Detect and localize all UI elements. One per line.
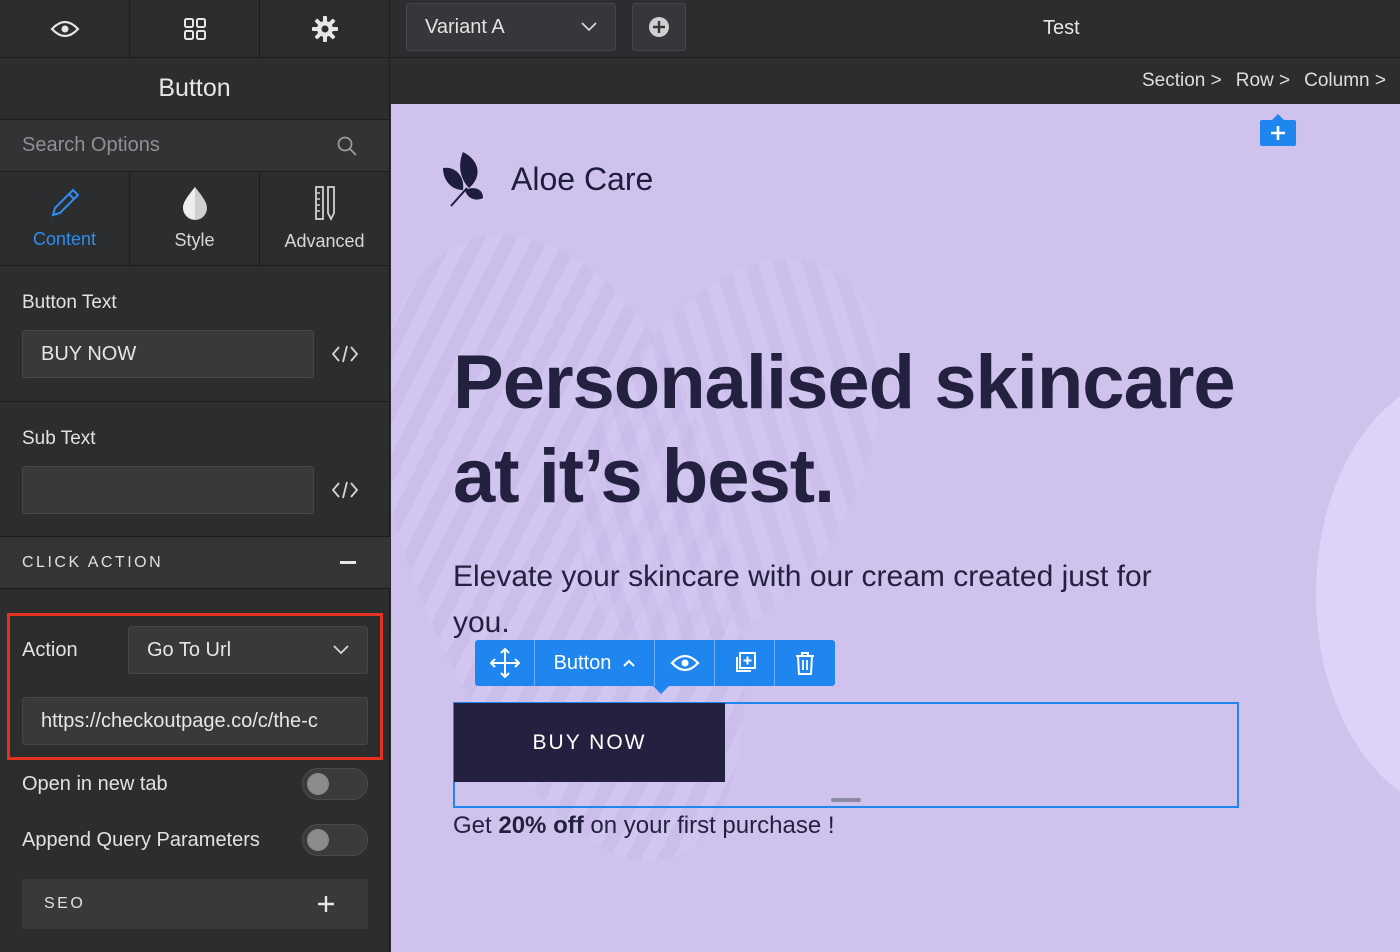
plus-icon — [1271, 126, 1285, 140]
hero-headline-line1: Personalised skincare — [453, 340, 1236, 425]
breadcrumb-row[interactable]: Row > — [1236, 70, 1290, 92]
brand-logo: Aloe Care — [439, 150, 653, 208]
editor-topbar: Variant A Test — [391, 0, 1400, 58]
page-name: Test — [1043, 17, 1080, 39]
append-query-row: Append Query Parameters — [22, 824, 368, 856]
pencil-icon — [51, 188, 79, 217]
tab-content[interactable]: Content — [0, 172, 130, 265]
action-row: Action Go To Url — [22, 626, 368, 674]
variant-select-value: Variant A — [425, 15, 505, 38]
sub-text-section: Sub Text — [0, 402, 390, 536]
hero-headline[interactable]: Personalised skincare at it’s best. — [453, 336, 1273, 524]
search-options — [0, 120, 389, 172]
brand-name: Aloe Care — [511, 160, 654, 197]
open-new-tab-toggle[interactable] — [302, 768, 368, 800]
settings-sidebar: Button Content Style Advanced Button Tex… — [0, 0, 390, 952]
append-query-label: Append Query Parameters — [22, 828, 260, 851]
chevron-down-icon — [581, 22, 597, 32]
offer-text-bold: 20% off — [498, 812, 584, 839]
toggle-visibility-button[interactable] — [655, 640, 715, 686]
button-text-input[interactable]: BUY NOW — [22, 330, 314, 378]
hero-headline-line2: at it’s best. — [453, 434, 835, 519]
gear-icon — [311, 15, 338, 42]
leaf-logo-icon — [443, 152, 483, 207]
move-icon — [489, 648, 520, 678]
move-element-button[interactable] — [475, 640, 535, 686]
panel-tabs: Content Style Advanced — [0, 172, 389, 266]
resize-handle[interactable] — [831, 798, 861, 802]
tab-advanced-label: Advanced — [284, 231, 365, 251]
layout-button[interactable] — [130, 0, 260, 57]
element-toolbar: Button — [475, 640, 835, 694]
chevron-up-icon — [623, 659, 636, 667]
page-canvas[interactable]: Aloe Care Personalised skincare at it’s … — [391, 104, 1400, 952]
grid-icon — [183, 17, 206, 40]
action-label: Action — [22, 638, 78, 661]
button-text-section: Button Text BUY NOW — [0, 266, 390, 402]
add-variant-button[interactable] — [632, 3, 686, 51]
button-text-code-button[interactable] — [330, 344, 360, 364]
eye-icon — [49, 20, 80, 37]
breadcrumb-column[interactable]: Column > — [1304, 70, 1386, 92]
trash-icon — [796, 652, 814, 675]
search-input[interactable] — [22, 134, 302, 157]
sidebar-top-icons — [0, 0, 389, 58]
button-text-label: Button Text — [22, 292, 117, 313]
sub-text-label: Sub Text — [22, 428, 96, 449]
duplicate-element-button[interactable] — [715, 640, 775, 686]
panel-title: Button — [0, 58, 389, 120]
drop-icon — [182, 187, 207, 220]
element-type-button[interactable]: Button — [535, 640, 655, 686]
sub-text-input[interactable] — [22, 466, 314, 514]
code-icon — [331, 481, 359, 499]
open-new-tab-row: Open in new tab — [22, 768, 368, 800]
buy-now-button[interactable]: BUY NOW — [454, 703, 725, 782]
breadcrumb-section[interactable]: Section > — [1142, 70, 1222, 92]
minus-icon — [340, 561, 356, 564]
action-select-value: Go To Url — [147, 638, 232, 661]
tab-style-label: Style — [174, 230, 215, 250]
tab-advanced[interactable]: Advanced — [260, 172, 389, 265]
offer-text-post: on your first purchase ! — [583, 812, 835, 839]
offer-text[interactable]: Get 20% off on your first purchase ! — [453, 812, 835, 840]
click-action-title: CLICK ACTION — [22, 553, 164, 571]
sub-text-code-button[interactable] — [330, 480, 360, 500]
open-new-tab-label: Open in new tab — [22, 772, 168, 795]
search-icon[interactable] — [337, 136, 357, 156]
append-query-toggle[interactable] — [302, 824, 368, 856]
plus-circle-icon — [649, 17, 669, 37]
eye-icon — [669, 654, 700, 672]
hero-subheading[interactable]: Elevate your skincare with our cream cre… — [453, 554, 1193, 646]
code-icon — [331, 345, 359, 363]
action-select[interactable]: Go To Url — [128, 626, 368, 674]
plus-icon — [318, 896, 334, 912]
tab-content-label: Content — [32, 229, 97, 249]
preview-button[interactable] — [0, 0, 130, 57]
url-input[interactable]: https://checkoutpage.co/c/the-c — [22, 697, 368, 745]
delete-element-button[interactable] — [775, 640, 835, 686]
ruler-icon — [314, 186, 335, 221]
variant-select[interactable]: Variant A — [406, 3, 616, 51]
seo-header[interactable]: SEO — [22, 879, 368, 929]
settings-button[interactable] — [260, 0, 389, 57]
click-action-header[interactable]: CLICK ACTION — [0, 536, 390, 589]
add-element-button[interactable] — [1260, 114, 1296, 146]
background-circle-shape — [1316, 374, 1400, 814]
tab-style[interactable]: Style — [130, 172, 260, 265]
duplicate-icon — [735, 652, 756, 672]
seo-title: SEO — [44, 895, 86, 912]
breadcrumb: Section > Row > Column > — [391, 58, 1400, 104]
offer-text-pre: Get — [453, 812, 499, 839]
chevron-down-icon — [333, 645, 349, 655]
element-type-label: Button — [553, 651, 612, 674]
